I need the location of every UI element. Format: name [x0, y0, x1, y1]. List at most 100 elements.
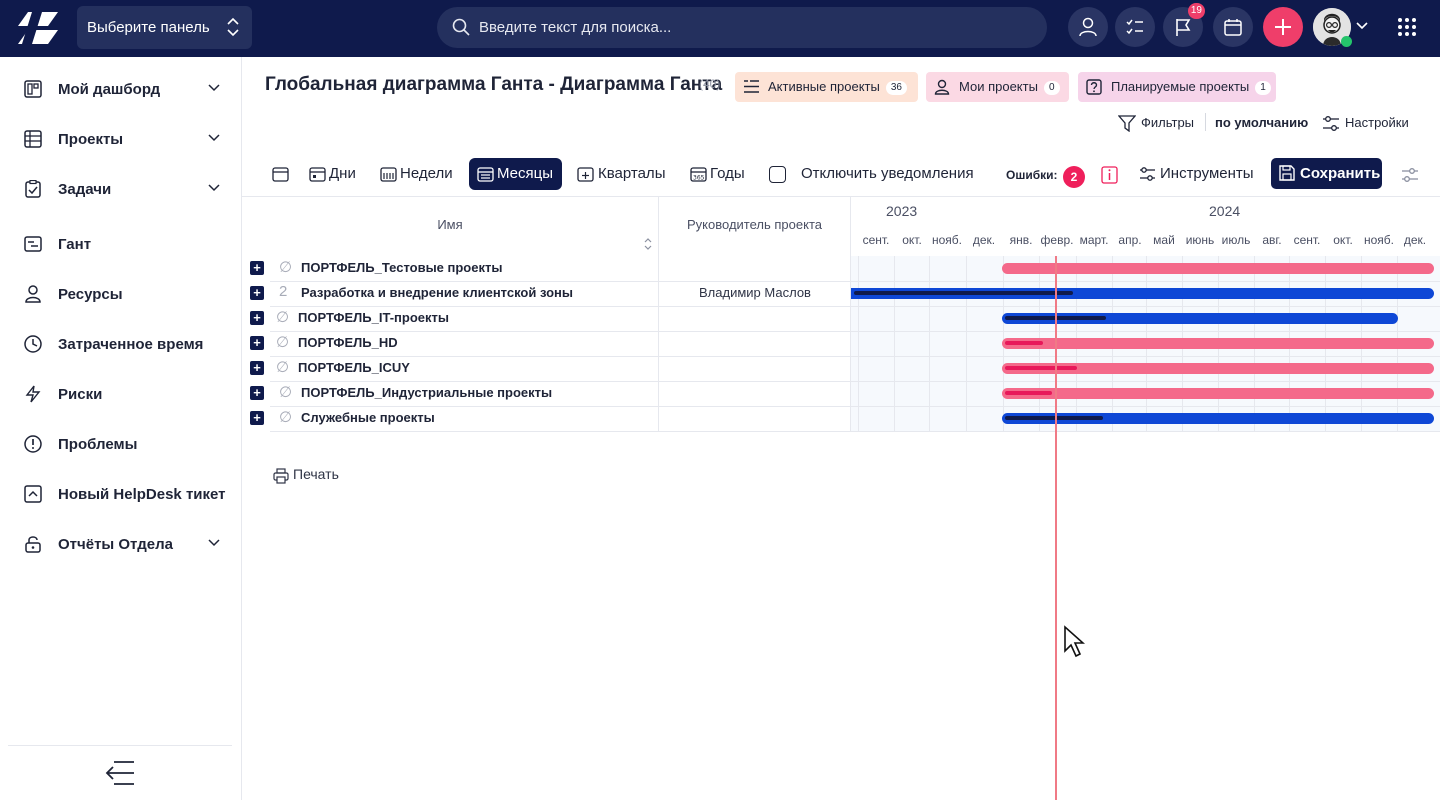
sidebar-item-problems[interactable]: Проблемы — [0, 424, 240, 464]
notifications-button[interactable]: 19 — [1163, 3, 1205, 47]
expand-button[interactable]: + — [250, 336, 264, 350]
timeline-month: дек. — [1403, 233, 1427, 247]
tab-years[interactable]: 365 Годы — [690, 158, 745, 190]
timeline-month: нояб. — [931, 233, 962, 247]
tab-months[interactable]: Месяцы — [469, 158, 562, 190]
sidebar-item-label: Ресурсы — [58, 285, 123, 303]
sidebar-item-tasks[interactable]: Задачи — [0, 169, 240, 209]
sidebar-item-label: Гант — [58, 235, 92, 253]
table-row[interactable]: + ∅ ПОРТФЕЛЬ_Тестовые проекты — [242, 256, 850, 281]
sidebar-item-projects[interactable]: Проекты — [0, 119, 240, 159]
row-status-glyph: ∅ — [276, 359, 290, 376]
sidebar-item-label: Новый HelpDesk тикет — [58, 485, 226, 503]
timeline-gridline — [894, 256, 895, 431]
tasks-button[interactable] — [1115, 7, 1155, 47]
tab-weeks[interactable]: Недели — [380, 158, 453, 190]
tab-label: Месяцы — [497, 165, 554, 182]
sidebar-item-gantt[interactable]: Гант — [0, 224, 240, 264]
expand-button[interactable]: + — [250, 286, 264, 300]
row-name[interactable]: ПОРТФЕЛЬ_IT-проекты — [298, 310, 449, 325]
gantt-bar-progress — [1005, 341, 1043, 345]
filters-label: Фильтры — [1141, 115, 1195, 130]
chip-planned-projects[interactable]: Планируемые проекты 1 — [1078, 72, 1276, 102]
calendar-day-icon — [309, 167, 326, 182]
sidebar-item-helpdesk[interactable]: Новый HelpDesk тикет — [0, 474, 240, 514]
profile-button[interactable] — [1068, 7, 1108, 47]
timeline-month: май — [1153, 233, 1175, 247]
collapse-sidebar-icon[interactable] — [105, 760, 135, 786]
chip-my-projects[interactable]: Мои проекты 0 — [926, 72, 1069, 102]
table-row[interactable]: + ∅ ПОРТФЕЛЬ_ICUY — [242, 356, 850, 381]
sidebar: Мой дашборд Проекты Задачи Гант Ресурсы … — [0, 57, 242, 800]
sidebar-item-label: Отчёты Отдела — [58, 535, 173, 553]
row-name[interactable]: Служебные проекты — [301, 410, 435, 425]
tools-button[interactable]: Инструменты — [1139, 158, 1254, 190]
row-name[interactable]: ПОРТФЕЛЬ_HD — [298, 335, 398, 350]
chip-count: 36 — [885, 81, 907, 95]
sidebar-item-reports[interactable]: Отчёты Отдела — [0, 524, 240, 564]
expand-button[interactable]: + — [250, 411, 264, 425]
logo-icon[interactable] — [18, 12, 58, 44]
filter-preset[interactable]: по умолчанию — [1215, 115, 1308, 130]
sidebar-item-resources[interactable]: Ресурсы — [0, 274, 240, 314]
sidebar-item-risks[interactable]: Риски — [0, 374, 240, 414]
calendar-picker-button[interactable] — [272, 158, 290, 190]
expand-button[interactable]: + — [250, 261, 264, 275]
top-bar: Выберите панель Введите текст для поиска… — [0, 0, 1440, 57]
gantt-bar[interactable] — [1002, 388, 1434, 399]
calendar-button[interactable] — [1213, 7, 1253, 47]
view-settings-icon[interactable] — [1401, 166, 1419, 184]
tab-days[interactable]: Дни — [309, 158, 356, 190]
row-status-glyph: 2 — [279, 283, 288, 300]
row-name[interactable]: ПОРТФЕЛЬ_Тестовые проекты — [301, 260, 502, 275]
table-row[interactable]: + ∅ ПОРТФЕЛЬ_Индустриальные проекты — [242, 381, 850, 406]
timeline-month: сент. — [862, 233, 890, 247]
row-status-glyph: ∅ — [279, 259, 293, 276]
gantt-bar[interactable] — [1002, 338, 1434, 349]
panel-select[interactable]: Выберите панель — [77, 6, 252, 49]
expand-button[interactable]: + — [250, 311, 264, 325]
chevron-down-icon[interactable] — [1356, 22, 1368, 30]
table-row[interactable]: + ∅ ПОРТФЕЛЬ_HD — [242, 331, 850, 356]
timeline-month: июнь — [1185, 233, 1215, 247]
expand-button[interactable]: + — [250, 386, 264, 400]
disable-notifications-checkbox[interactable] — [769, 166, 786, 183]
settings-button[interactable]: Настройки — [1322, 115, 1409, 131]
helpdesk-icon — [24, 485, 42, 503]
gantt-bar[interactable] — [1002, 263, 1434, 274]
column-header-manager[interactable]: Руководитель проекта — [659, 197, 850, 256]
row-name[interactable]: Разработка и внедрение клиентской зоны — [301, 285, 573, 300]
search-input[interactable]: Введите текст для поиска... — [437, 7, 1047, 48]
row-name[interactable]: ПОРТФЕЛЬ_Индустриальные проекты — [301, 385, 552, 400]
search-icon — [452, 18, 470, 36]
sort-icon[interactable] — [644, 237, 652, 251]
chip-count: 0 — [1043, 81, 1060, 95]
timeline-month: апр. — [1118, 233, 1142, 247]
column-header-label: Имя — [437, 217, 463, 232]
plus-icon — [1275, 19, 1291, 35]
chevron-down-icon — [208, 134, 220, 142]
expand-button[interactable]: + — [250, 361, 264, 375]
chip-active-projects[interactable]: Активные проекты 36 — [735, 72, 918, 102]
sidebar-item-dashboard[interactable]: Мой дашборд — [0, 69, 240, 109]
column-header-name[interactable]: Имя — [242, 197, 658, 256]
info-icon[interactable] — [1101, 166, 1118, 184]
create-button[interactable] — [1263, 7, 1303, 47]
print-button[interactable]: Печать — [273, 466, 339, 484]
tab-quarters[interactable]: Кварталы — [577, 158, 665, 190]
table-row[interactable]: +2 Разработка и внедрение клиентской зоны… — [242, 281, 850, 306]
question-square-icon — [1086, 79, 1102, 95]
errors-badge[interactable]: 2 — [1063, 166, 1085, 188]
filters-button[interactable]: Фильтры — [1118, 115, 1195, 132]
timeline-gridline — [858, 256, 859, 431]
printer-icon — [273, 468, 289, 484]
row-name[interactable]: ПОРТФЕЛЬ_ICUY — [298, 360, 410, 375]
table-row[interactable]: + ∅ Служебные проекты — [242, 406, 850, 431]
table-row[interactable]: + ∅ ПОРТФЕЛЬ_IT-проекты — [242, 306, 850, 331]
sidebar-item-time-spent[interactable]: Затраченное время — [0, 324, 240, 364]
save-button[interactable]: Сохранить — [1271, 158, 1382, 189]
gantt-bar-progress — [854, 291, 1073, 295]
timeline-month: окт. — [1333, 233, 1353, 247]
apps-grid-icon[interactable] — [1397, 17, 1417, 37]
disable-notifications-label[interactable]: Отключить уведомления — [801, 158, 974, 190]
